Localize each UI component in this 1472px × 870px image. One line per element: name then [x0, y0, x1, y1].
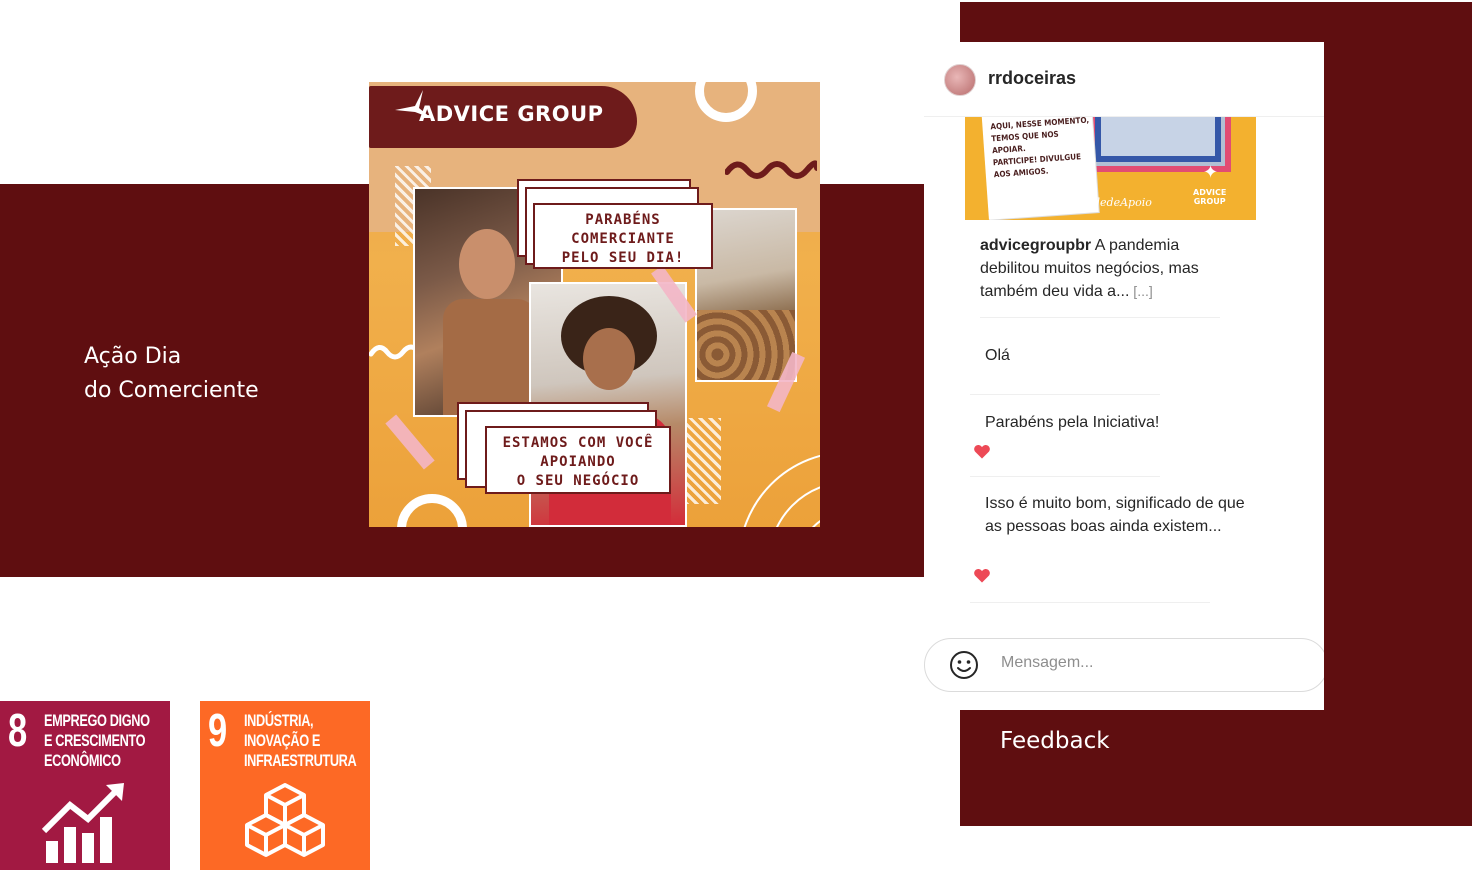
message-bubble[interactable]: Isso é muito bom, significado de que as …	[985, 493, 1247, 538]
sdg-tile-8: 8 EMPREGO DIGNO E CRESCIMENTO ECONÔMICO	[0, 701, 170, 870]
campaign-title-line1: Ação Dia	[84, 344, 182, 369]
sdg-number: 9	[208, 704, 228, 756]
message-bubble[interactable]: Parabéns pela Iniciativa!	[985, 412, 1159, 435]
top-card-line2: COMERCIANTE	[571, 231, 675, 247]
emoji-icon[interactable]	[949, 650, 979, 680]
arc-decoration	[743, 454, 820, 527]
poster-bottom-card: ESTAMOS COM VOCÊ APOIANDO O SEU NEGÓCIO	[485, 426, 671, 494]
sdg-number: 8	[8, 704, 28, 756]
divider	[970, 394, 1160, 395]
heart-reaction-icon	[972, 443, 992, 461]
caption-username[interactable]: advicegroupbr	[980, 237, 1091, 254]
feedback-label: Feedback	[1000, 728, 1110, 754]
shared-post-caption: advicegroupbr A pandemia debilitou muito…	[980, 235, 1240, 304]
campaign-title: Ação Dia do Comerciente	[84, 340, 259, 408]
bottom-card-line2: APOIANDO	[540, 454, 616, 470]
dm-header: rrdoceiras	[924, 42, 1324, 117]
dm-username[interactable]: rrdoceiras	[988, 68, 1076, 89]
logo-line2: GROUP	[1193, 197, 1226, 206]
divider	[970, 476, 1160, 477]
divider	[980, 317, 1220, 318]
sdg-tile-9: 9 INDÚSTRIA, INOVAÇÃO E INFRAESTRUTURA	[200, 701, 370, 870]
sdg-label-line: INOVAÇÃO E	[244, 731, 321, 750]
cubes-icon	[245, 783, 325, 857]
divider	[970, 602, 1210, 603]
message-input-placeholder: Mensagem...	[1001, 654, 1094, 671]
bottom-card-line3: O SEU NEGÓCIO	[516, 473, 640, 489]
sdg-label: INDÚSTRIA, INOVAÇÃO E INFRAESTRUTURA	[244, 711, 357, 771]
bottom-card-line1: ESTAMOS COM VOCÊ	[502, 435, 654, 451]
tape-decoration	[385, 414, 435, 470]
avatar[interactable]	[944, 64, 976, 96]
heart-reaction-icon	[972, 567, 992, 585]
campaign-title-line2: do Comerciente	[84, 378, 259, 403]
sdg-label-line: EMPREGO DIGNO	[44, 711, 150, 730]
poster-top-card: PARABÉNS COMERCIANTE PELO SEU DIA!	[533, 203, 713, 269]
donut-icon	[397, 494, 467, 527]
sdg-label-line: ECONÔMICO	[44, 751, 121, 770]
shared-post-hashtag: #RededeApoio	[1069, 196, 1152, 209]
sdg-label-line: INDÚSTRIA,	[244, 711, 314, 730]
campaign-poster: ADVICE GROUP PARABÉNS COMERCIANTE PELO S…	[369, 82, 820, 527]
message-input[interactable]: Mensagem...	[924, 638, 1324, 692]
sdg-label: EMPREGO DIGNO E CRESCIMENTO ECONÔMICO	[44, 711, 150, 771]
top-card-line1: PARABÉNS	[585, 212, 661, 228]
instagram-dm-panel: rrdoceiras AQUI, NESSE MOMENTO, TEMOS QU…	[924, 42, 1324, 710]
logo-line1: ADVICE	[1193, 188, 1227, 197]
sdg-label-line: INFRAESTRUTURA	[244, 751, 357, 770]
caption-more-link[interactable]: [...]	[1129, 283, 1152, 299]
squiggle-decoration	[725, 160, 817, 179]
shared-post-image[interactable]: AQUI, NESSE MOMENTO, TEMOS QUE NOS APOIA…	[965, 116, 1256, 220]
shared-post-logo: ADVICE GROUP	[1193, 188, 1226, 206]
note-text: AQUI, NESSE MOMENTO, TEMOS QUE NOS APOIA…	[990, 116, 1096, 181]
message-bubble[interactable]: Olá	[985, 345, 1010, 368]
poster-brand: ADVICE GROUP	[419, 102, 604, 126]
sdg-label-line: E CRESCIMENTO	[44, 731, 146, 750]
top-card-line3: PELO SEU DIA!	[561, 250, 685, 266]
growth-chart-icon	[41, 783, 124, 863]
frame-decoration	[1095, 116, 1221, 162]
advice-star-icon: ✦	[1203, 162, 1219, 183]
